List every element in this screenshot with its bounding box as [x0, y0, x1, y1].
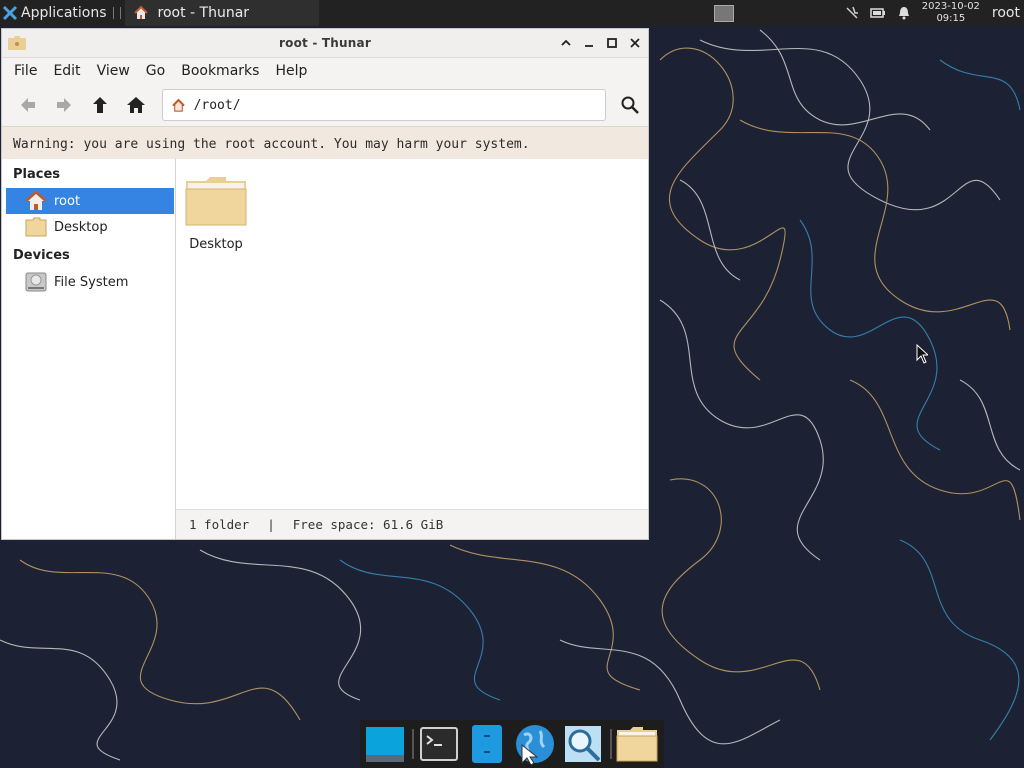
home-folder-icon [171, 98, 185, 112]
arrow-left-icon [20, 98, 35, 112]
top-panel: Applications root - Thunar 2023-10-02 09… [0, 0, 1024, 26]
search-button[interactable] [612, 87, 648, 123]
dock-web-browser[interactable] [514, 723, 556, 765]
taskbar-window-title: root - Thunar [157, 5, 250, 21]
places-header: Places [13, 167, 61, 182]
sidebar-item-file-system[interactable]: File System [6, 269, 174, 295]
forward-button[interactable] [46, 87, 82, 123]
home-folder-icon [133, 5, 148, 19]
mouse-cursor-icon [916, 344, 928, 364]
menu-go[interactable]: Go [138, 63, 173, 79]
file-view[interactable]: Desktop 1 folder | Free space: 61.6 GiB [176, 159, 648, 539]
sidebar: Places root Desktop Devices File System [2, 159, 176, 539]
terminal-icon [420, 727, 458, 761]
dock-file-manager[interactable] [466, 723, 508, 765]
web-browser-icon [516, 725, 554, 765]
applications-menu[interactable]: Applications [0, 0, 111, 26]
workspace-switcher[interactable] [713, 4, 734, 22]
location-path: /root/ [193, 97, 241, 113]
status-item-count: 1 folder [189, 517, 250, 532]
devices-header: Devices [13, 248, 70, 263]
home-button[interactable] [118, 87, 154, 123]
arrow-up-icon [92, 97, 107, 113]
dock-show-desktop[interactable] [364, 723, 406, 765]
sidebar-item-root[interactable]: root [6, 188, 174, 214]
taskbar-window-button[interactable]: root - Thunar [124, 0, 319, 26]
clock[interactable]: 2023-10-02 09:15 [922, 1, 980, 25]
window-title: root - Thunar [279, 36, 371, 50]
window-folder-icon [8, 36, 26, 50]
close-button[interactable] [627, 35, 642, 50]
app-finder-icon [565, 726, 601, 762]
folder-icon [25, 217, 47, 237]
menu-help[interactable]: Help [267, 63, 315, 79]
sidebar-item-label: File System [54, 274, 129, 290]
menu-view[interactable]: View [89, 63, 138, 79]
dock-app-finder[interactable] [562, 723, 604, 765]
dock [360, 720, 664, 768]
chevron-up-icon [560, 39, 571, 46]
root-warning-banner: Warning: you are using the root account.… [2, 126, 648, 162]
location-bar[interactable]: /root/ [161, 89, 607, 121]
window-titlebar[interactable]: root - Thunar [2, 29, 648, 58]
dock-home-folder[interactable] [616, 723, 658, 765]
maximize-icon [606, 37, 617, 48]
panel-separator [112, 7, 121, 19]
applications-label: Applications [21, 5, 107, 21]
clock-date: 2023-10-02 [921, 1, 980, 12]
dock-terminal[interactable] [418, 723, 460, 765]
back-button[interactable] [10, 87, 46, 123]
up-button[interactable] [82, 87, 118, 123]
menu-file[interactable]: File [6, 63, 45, 79]
file-manager-icon [472, 725, 502, 763]
dock-separator [610, 729, 612, 759]
menu-bookmarks[interactable]: Bookmarks [173, 63, 267, 79]
close-icon [629, 37, 640, 48]
minimize-icon [584, 44, 593, 47]
folder-icon [616, 727, 658, 762]
show-desktop-icon [366, 727, 404, 762]
shade-button[interactable] [558, 35, 573, 50]
file-manager-window: root - Thunar File Edit View Go Bookmark… [1, 28, 649, 540]
drive-harddisk-icon [25, 272, 47, 292]
folder-item-desktop[interactable]: Desktop [184, 175, 248, 252]
status-free-space: Free space: 61.6 GiB [292, 517, 444, 532]
notification-bell-icon[interactable] [896, 5, 912, 21]
folder-item-label: Desktop [189, 237, 243, 252]
minimize-button[interactable] [581, 35, 596, 50]
battery-icon[interactable] [870, 5, 886, 21]
search-icon [621, 96, 639, 114]
toolbar: /root/ [2, 84, 648, 126]
dock-separator [412, 729, 414, 759]
folder-icon [185, 177, 247, 226]
menu-bar: File Edit View Go Bookmarks Help [2, 58, 648, 84]
home-folder-icon [25, 191, 47, 210]
network-disconnected-icon[interactable] [844, 5, 860, 21]
sidebar-item-label: root [54, 193, 81, 209]
xfce-logo-icon [2, 5, 18, 21]
sidebar-item-desktop[interactable]: Desktop [6, 214, 174, 240]
status-separator: | [267, 517, 275, 532]
status-bar: 1 folder | Free space: 61.6 GiB [176, 509, 648, 539]
maximize-button[interactable] [604, 35, 619, 50]
clock-time: 09:15 [936, 13, 966, 24]
arrow-right-icon [56, 98, 71, 112]
home-icon [126, 97, 145, 113]
user-menu[interactable]: root [992, 5, 1020, 21]
menu-edit[interactable]: Edit [45, 63, 88, 79]
sidebar-item-label: Desktop [54, 219, 108, 235]
